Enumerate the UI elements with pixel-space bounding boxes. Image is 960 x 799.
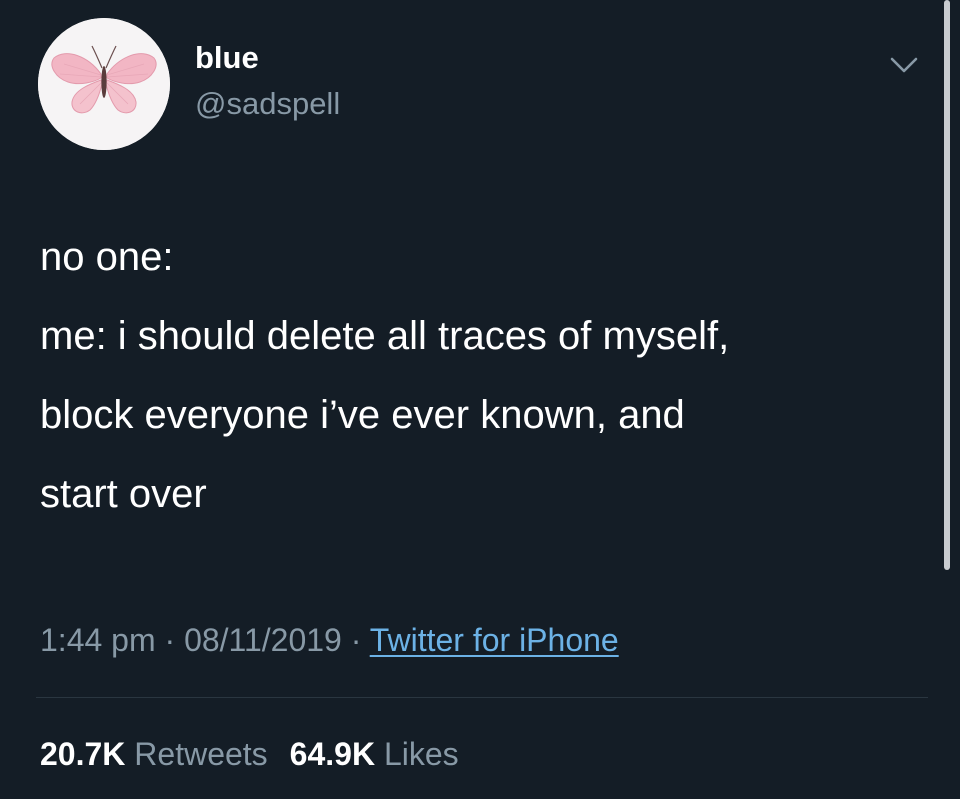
tweet-meta: 1:44 pm · 08/11/2019 · Twitter for iPhon… [40, 616, 619, 664]
divider [36, 697, 928, 698]
tweet-stats: 20.7K Retweets 64.9K Likes [40, 730, 459, 778]
likes-label: Likes [383, 736, 459, 772]
meta-separator: · [164, 622, 176, 658]
tweet-date: 08/11/2019 [184, 622, 342, 658]
tweet-time: 1:44 pm [40, 622, 156, 658]
meta-separator: · [350, 622, 362, 658]
retweets-label: Retweets [134, 736, 268, 772]
tweet-text-line: me: i should delete all traces of myself… [40, 314, 730, 358]
tweet-text-line: no one: [40, 235, 174, 279]
tweet-text: no one: me: i should delete all traces o… [40, 218, 920, 534]
likes-count: 64.9K [289, 736, 376, 772]
tweet-source-link[interactable]: Twitter for iPhone [370, 622, 619, 658]
tweet-text-line: block everyone i’ve ever known, and [40, 393, 685, 437]
author-handle[interactable]: @sadspell [195, 86, 340, 122]
butterfly-icon [38, 18, 170, 150]
tweet-card: blue @sadspell no one: me: i should dele… [0, 0, 960, 799]
likes-stat[interactable]: 64.9K Likes [290, 736, 459, 772]
chevron-down-icon[interactable] [886, 50, 922, 80]
author-display-name[interactable]: blue [195, 40, 259, 76]
avatar[interactable] [38, 18, 170, 150]
retweets-stat[interactable]: 20.7K Retweets [40, 736, 268, 772]
retweets-count: 20.7K [40, 736, 126, 772]
tweet-text-line: start over [40, 472, 207, 516]
scrollbar[interactable] [944, 0, 950, 570]
